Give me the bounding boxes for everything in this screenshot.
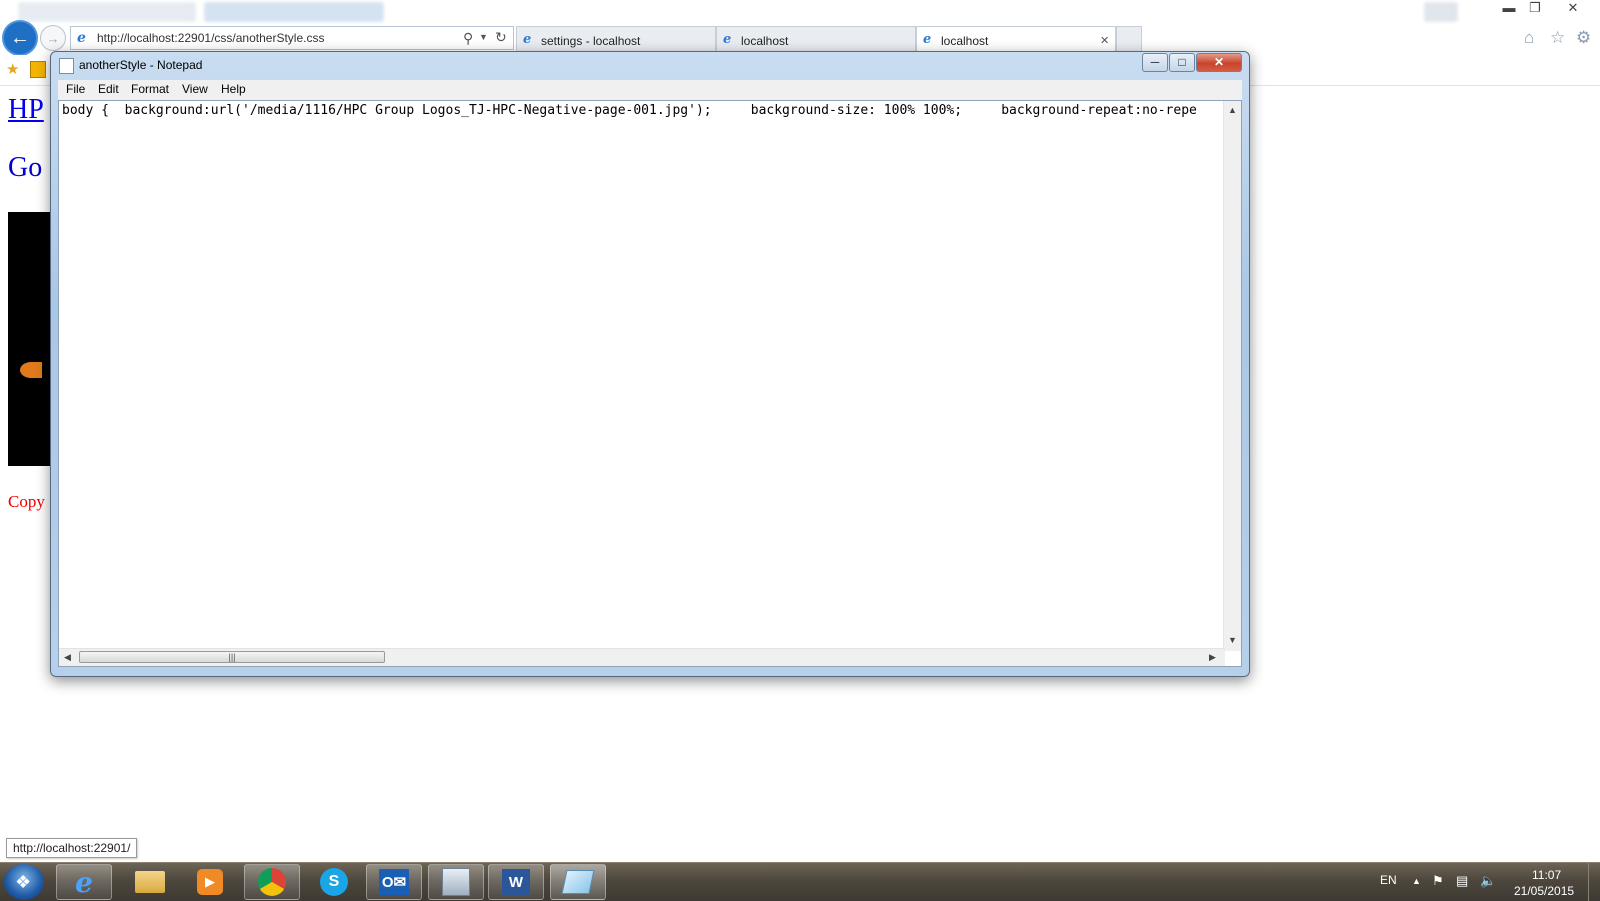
scroll-right-arrow-icon[interactable]: ▶ [1209,652,1216,663]
clock-date[interactable]: 21/05/2015 [1514,884,1574,898]
favorites-icon[interactable]: ★ [6,60,19,78]
chrome-icon [258,868,286,896]
copyright-text: Copy [8,492,45,511]
show-desktop-button[interactable] [1588,863,1600,901]
notepad-menu-bar: File Edit Format View Help [58,80,1242,100]
search-icon[interactable]: ⚲ [463,30,473,47]
notepad-text-area[interactable]: body { background:url('/media/1116/HPC G… [58,100,1242,667]
taskbar-internet-explorer[interactable]: e [56,864,112,900]
menu-file[interactable]: File [66,82,85,96]
taskbar-notepad[interactable] [550,864,606,900]
forward-button[interactable]: → [40,25,66,51]
back-button[interactable]: ← [2,20,38,56]
scroll-down-arrow-icon[interactable]: ▼ [1228,635,1237,645]
taskbar-skype[interactable]: S [306,864,362,900]
taskbar: ❖ e ▶ S O✉ W EN ▲ ⚑ ▤ 🔈 11:07 21/05/2015 [0,862,1600,901]
gear-icon[interactable]: ⚙ [1576,28,1591,48]
forward-arrow-icon: → [46,30,60,46]
tab-label: localhost [741,34,789,48]
ie-tab-icon: e [723,32,732,47]
blurred-help-button[interactable] [1424,2,1458,22]
ie-tab-icon: e [523,32,532,47]
page-text: Go [8,152,43,183]
notepad-minimize-button[interactable]: ─ [1142,53,1168,72]
notepad-taskbar-icon [561,870,595,894]
outlook-icon: O✉ [379,869,409,895]
back-arrow-icon: ← [10,26,30,49]
ie-page-icon: e [77,30,86,46]
browser-title-strip: ▬ ❐ ✕ [0,0,1600,24]
tab-close-icon[interactable]: ✕ [1100,34,1109,47]
suggested-sites-icon[interactable] [30,61,46,78]
taskbar-outlook[interactable]: O✉ [366,864,422,900]
ie-tab-icon: e [923,32,932,47]
new-tab-button[interactable] [1116,26,1142,52]
windows-logo-icon: ❖ [15,872,32,892]
taskbar-server-manager[interactable] [428,864,484,900]
word-icon: W [502,869,530,895]
image-detail [20,362,42,378]
taskbar-word[interactable]: W [488,864,544,900]
tab-localhost[interactable]: e localhost [716,26,916,52]
page-image [8,212,52,466]
address-url[interactable]: http://localhost:22901/css/anotherStyle.… [97,31,324,45]
show-hidden-icons-icon[interactable]: ▲ [1412,876,1421,886]
volume-icon[interactable]: 🔈 [1480,873,1496,889]
notepad-window[interactable]: anotherStyle - Notepad ─ □ ✕ File Edit F… [50,51,1250,677]
address-bar[interactable]: e http://localhost:22901/css/anotherStyl… [70,26,514,50]
status-url-tooltip: http://localhost:22901/ [6,838,138,858]
internet-explorer-icon: e [75,865,93,899]
media-player-icon: ▶ [197,869,223,895]
browser-close-button[interactable]: ✕ [1560,0,1586,18]
tab-localhost-active[interactable]: e localhost ✕ [916,26,1116,52]
notepad-title: anotherStyle - Notepad [79,58,203,72]
taskbar-chrome[interactable] [244,864,300,900]
notepad-maximize-button[interactable]: □ [1169,53,1195,72]
browser-restore-button[interactable]: ❐ [1522,0,1548,18]
clock-time[interactable]: 11:07 [1532,868,1561,882]
notepad-icon [59,58,74,74]
folder-icon [135,871,165,893]
menu-format[interactable]: Format [131,82,169,96]
scroll-up-arrow-icon[interactable]: ▲ [1228,105,1237,115]
horizontal-scroll-thumb[interactable]: ||| [79,651,385,663]
horizontal-scrollbar[interactable]: ◀ ||| ▶ [59,648,1225,666]
start-button[interactable]: ❖ [4,864,44,900]
favorites-star-icon[interactable]: ☆ [1550,28,1565,48]
tab-label: settings - localhost [541,34,641,48]
action-center-flag-icon[interactable]: ⚑ [1432,873,1444,889]
vertical-scrollbar[interactable]: ▲ ▼ [1223,101,1241,651]
tab-settings-localhost[interactable]: e settings - localhost [516,26,716,52]
scroll-left-arrow-icon[interactable]: ◀ [64,652,71,663]
browser-minimize-button[interactable]: ▬ [1496,0,1522,18]
blurred-tab[interactable] [18,2,196,22]
page-heading-link[interactable]: HP [8,94,44,126]
menu-edit[interactable]: Edit [98,82,119,96]
language-indicator[interactable]: EN [1380,873,1397,887]
menu-help[interactable]: Help [221,82,246,96]
network-icon[interactable]: ▤ [1456,873,1468,889]
taskbar-media-player[interactable]: ▶ [182,864,238,900]
notepad-close-button[interactable]: ✕ [1196,53,1242,72]
blurred-tab[interactable] [204,2,384,22]
chevron-down-icon[interactable]: ▼ [479,32,488,42]
home-icon[interactable]: ⌂ [1524,28,1534,48]
notepad-content[interactable]: body { background:url('/media/1116/HPC G… [62,103,1202,118]
menu-view[interactable]: View [182,82,208,96]
taskbar-file-explorer[interactable] [122,864,178,900]
server-manager-icon [442,868,470,896]
refresh-icon[interactable]: ↻ [495,29,507,46]
skype-icon: S [320,868,348,896]
tab-label: localhost [941,34,989,48]
